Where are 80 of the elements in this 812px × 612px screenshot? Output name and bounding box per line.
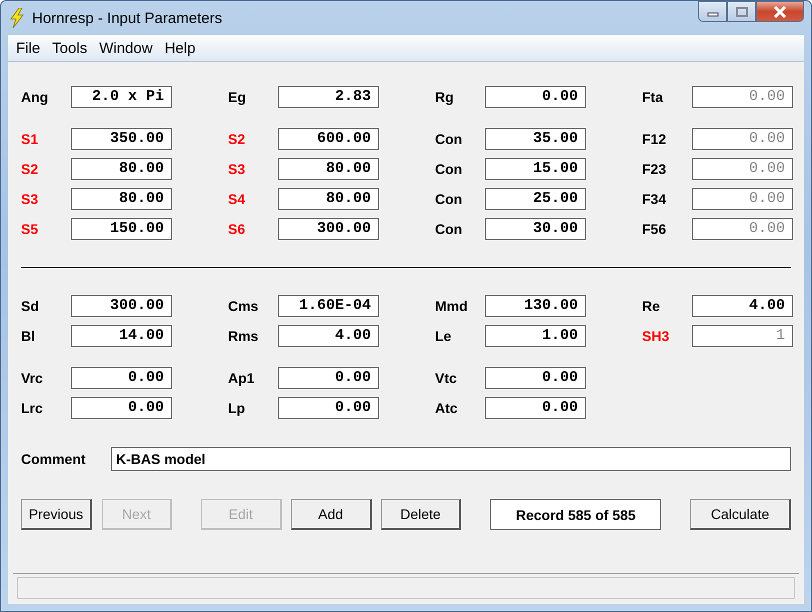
input-field[interactable]: 25.00	[485, 188, 586, 210]
field-label: Vtc	[435, 370, 458, 386]
field-label: Ap1	[228, 370, 256, 386]
input-field[interactable]: 14.00	[71, 325, 172, 347]
input-field[interactable]: 4.00	[692, 295, 793, 317]
field-label: Atc	[435, 400, 459, 416]
menu-item[interactable]: Window	[93, 40, 159, 56]
input-field[interactable]: 2.0 x Pi	[71, 86, 172, 108]
input-field[interactable]: 0.00	[71, 367, 172, 389]
input-field[interactable]: 0.00	[485, 367, 586, 389]
input-field[interactable]: 300.00	[71, 295, 172, 317]
field-label: S5	[21, 221, 40, 237]
field-label: Vrc	[21, 370, 44, 386]
input-field[interactable]: 0.00	[278, 397, 379, 419]
minimize-button[interactable]	[698, 1, 727, 22]
input-field[interactable]: 0.00	[278, 367, 379, 389]
input-field[interactable]: 300.00	[278, 218, 379, 240]
field-label: SH3	[642, 328, 670, 344]
field-label: S2	[228, 131, 246, 147]
field-label: S2	[21, 161, 40, 177]
input-field[interactable]: 0.00	[71, 397, 172, 419]
field-label: Bl	[21, 328, 36, 344]
field-label: Con	[435, 191, 464, 207]
field-label: S4	[228, 191, 246, 207]
input-field[interactable]: 130.00	[485, 295, 586, 317]
input-field[interactable]: 1.00	[485, 325, 586, 347]
close-button[interactable]	[756, 1, 804, 22]
menu-item[interactable]: File	[10, 40, 46, 56]
input-field[interactable]: 350.00	[71, 128, 172, 150]
field-label: Re	[642, 298, 661, 314]
field-label: F56	[642, 221, 668, 237]
field-label: F23	[642, 161, 668, 177]
field-label: Ang	[21, 89, 50, 105]
field-label: Le	[435, 328, 452, 344]
input-field[interactable]: 1.60E-04	[278, 295, 379, 317]
field-label: Lp	[228, 400, 246, 416]
input-field[interactable]: 80.00	[278, 188, 379, 210]
input-field[interactable]: 600.00	[278, 128, 379, 150]
input-field[interactable]: 0.00	[485, 397, 586, 419]
lightning-bolt-icon	[8, 8, 26, 28]
menu-item[interactable]: Tools	[46, 40, 94, 56]
nav-button[interactable]: Previous	[21, 499, 92, 530]
menu-item[interactable]: Help	[158, 40, 202, 56]
close-icon	[773, 6, 787, 18]
input-field[interactable]: 80.00	[71, 158, 172, 180]
field-label: F12	[642, 131, 668, 147]
input-field[interactable]: 30.00	[485, 218, 586, 240]
field-label: Eg	[228, 89, 247, 105]
nav-button[interactable]: Add	[290, 499, 372, 530]
field-label: Rg	[435, 89, 455, 105]
maximize-button[interactable]	[727, 1, 756, 22]
input-field[interactable]: 150.00	[71, 218, 172, 240]
input-field[interactable]: 80.00	[71, 188, 172, 210]
field-label: Con	[435, 161, 464, 177]
input-field[interactable]: 15.00	[485, 158, 586, 180]
comment-label: Comment	[21, 451, 87, 467]
input-field[interactable]: 4.00	[278, 325, 379, 347]
field-label: Fta	[642, 89, 664, 105]
field-label: Con	[435, 221, 464, 237]
field-label: S1	[21, 131, 40, 147]
nav-button[interactable]: Delete	[380, 499, 462, 530]
calculate-button[interactable]: Calculate	[690, 499, 791, 530]
field-label: F34	[642, 191, 668, 207]
field-label: Con	[435, 131, 464, 147]
field-label: Sd	[21, 298, 40, 314]
input-field[interactable]: 0.00	[485, 86, 586, 108]
field-label: Rms	[228, 328, 260, 344]
field-label: Mmd	[435, 298, 469, 314]
comment-field[interactable]: K-BAS model	[111, 447, 791, 471]
field-label: Cms	[228, 298, 260, 314]
window-title: Hornresp - Input Parameters	[32, 10, 224, 26]
record-indicator: Record 585 of 585	[490, 499, 662, 530]
input-field[interactable]: 35.00	[485, 128, 586, 150]
field-label: Lrc	[21, 400, 44, 416]
field-label: S6	[228, 221, 246, 237]
field-label: S3	[21, 191, 40, 207]
input-field[interactable]: 2.83	[278, 86, 379, 108]
field-label: S3	[228, 161, 246, 177]
input-field[interactable]: 80.00	[278, 158, 379, 180]
maximize-icon	[736, 6, 748, 16]
